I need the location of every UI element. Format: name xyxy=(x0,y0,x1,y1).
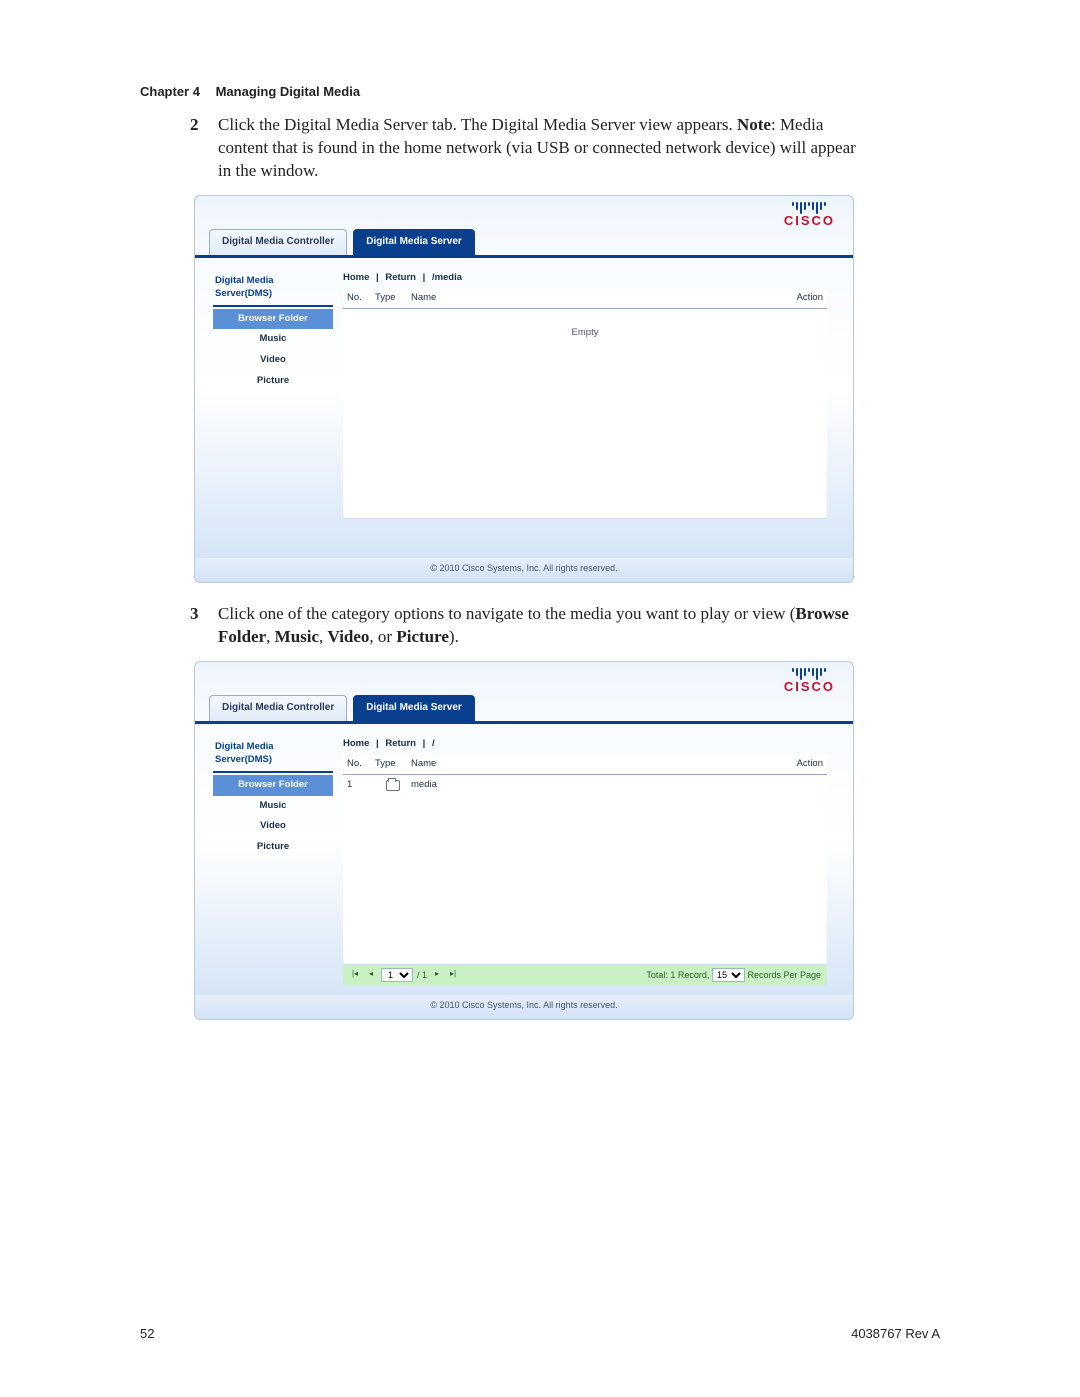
page-footer: 52 4038767 Rev A xyxy=(140,1326,940,1341)
page-number: 52 xyxy=(140,1326,154,1341)
app-copyright: © 2010 Cisco Systems, Inc. All rights re… xyxy=(195,995,853,1019)
step-number: 3 xyxy=(190,603,204,649)
sidebar-item-browser-folder[interactable]: Browser Folder xyxy=(213,309,333,330)
chapter-title: Managing Digital Media xyxy=(216,84,360,99)
pager-last-icon[interactable]: ▸| xyxy=(447,969,459,981)
table-row[interactable]: 1 media xyxy=(343,775,827,796)
step-text: Click one of the category options to nav… xyxy=(218,603,860,649)
step-3: 3 Click one of the category options to n… xyxy=(190,603,860,649)
screenshot-dms-empty: CISCO Digital Media Controller Digital M… xyxy=(194,195,854,583)
step-number: 2 xyxy=(190,114,204,183)
pager-page-select[interactable]: 1 xyxy=(381,968,413,982)
crumb-home[interactable]: Home xyxy=(343,738,369,749)
col-action: Action xyxy=(763,758,823,771)
pager-next-icon[interactable]: ▸ xyxy=(431,969,443,981)
col-name: Name xyxy=(411,292,763,305)
pager-prev-icon[interactable]: ◂ xyxy=(365,969,377,981)
col-type: Type xyxy=(375,292,411,305)
tab-dms[interactable]: Digital Media Server xyxy=(353,695,475,722)
sidebar-item-picture[interactable]: Picture xyxy=(213,837,333,858)
list-area: Empty xyxy=(343,309,827,519)
cisco-wordmark: CISCO xyxy=(784,215,835,227)
cisco-wordmark: CISCO xyxy=(784,681,835,693)
sidebar-item-video[interactable]: Video xyxy=(213,816,333,837)
pager: |◂ ◂ 1 / 1 ▸ ▸| Total: 1 Record, xyxy=(343,965,827,985)
screenshot-dms-root: CISCO Digital Media Controller Digital M… xyxy=(194,661,854,1020)
chapter-label: Chapter 4 xyxy=(140,84,200,99)
folder-icon xyxy=(386,780,400,791)
tab-dmc[interactable]: Digital Media Controller xyxy=(209,695,347,722)
crumb-return[interactable]: Return xyxy=(385,272,416,283)
breadcrumb: Home | Return | / xyxy=(343,738,827,755)
row-no: 1 xyxy=(347,779,375,792)
crumb-path: / xyxy=(432,738,435,749)
col-no: No. xyxy=(347,292,375,305)
col-no: No. xyxy=(347,758,375,771)
sidebar-item-video[interactable]: Video xyxy=(213,350,333,371)
crumb-path: /media xyxy=(432,272,462,283)
doc-id: 4038767 Rev A xyxy=(851,1326,940,1341)
tab-dms[interactable]: Digital Media Server xyxy=(353,229,475,256)
list-area: 1 media xyxy=(343,775,827,965)
sidebar-item-music[interactable]: Music xyxy=(213,796,333,817)
step-text: Click the Digital Media Server tab. The … xyxy=(218,114,860,183)
chapter-header: Chapter 4 Managing Digital Media xyxy=(140,84,360,99)
app-copyright: © 2010 Cisco Systems, Inc. All rights re… xyxy=(195,558,853,582)
crumb-return[interactable]: Return xyxy=(385,738,416,749)
empty-message: Empty xyxy=(572,327,599,340)
sidebar-item-browser-folder[interactable]: Browser Folder xyxy=(213,775,333,796)
sidebar-item-picture[interactable]: Picture xyxy=(213,371,333,392)
col-action: Action xyxy=(763,292,823,305)
crumb-home[interactable]: Home xyxy=(343,272,369,283)
step-2: 2 Click the Digital Media Server tab. Th… xyxy=(190,114,860,183)
breadcrumb: Home | Return | /media xyxy=(343,272,827,289)
col-type: Type xyxy=(375,758,411,771)
pager-perpage-select[interactable]: 15 xyxy=(712,968,745,982)
cisco-logo: CISCO xyxy=(784,668,835,693)
pager-total: Total: 1 Record, xyxy=(646,970,709,980)
list-header: No. Type Name Action xyxy=(343,755,827,775)
list-header: No. Type Name Action xyxy=(343,289,827,309)
pager-first-icon[interactable]: |◂ xyxy=(349,969,361,981)
sidebar-item-music[interactable]: Music xyxy=(213,329,333,350)
pager-perpage-label: Records Per Page xyxy=(747,970,821,980)
tab-dmc[interactable]: Digital Media Controller xyxy=(209,229,347,256)
cisco-logo: CISCO xyxy=(784,202,835,227)
sidebar-title: Digital Media Server(DMS) xyxy=(213,738,333,773)
row-name: media xyxy=(411,779,823,792)
col-name: Name xyxy=(411,758,763,771)
sidebar-title: Digital Media Server(DMS) xyxy=(213,272,333,307)
pager-of-label: / 1 xyxy=(417,969,427,981)
